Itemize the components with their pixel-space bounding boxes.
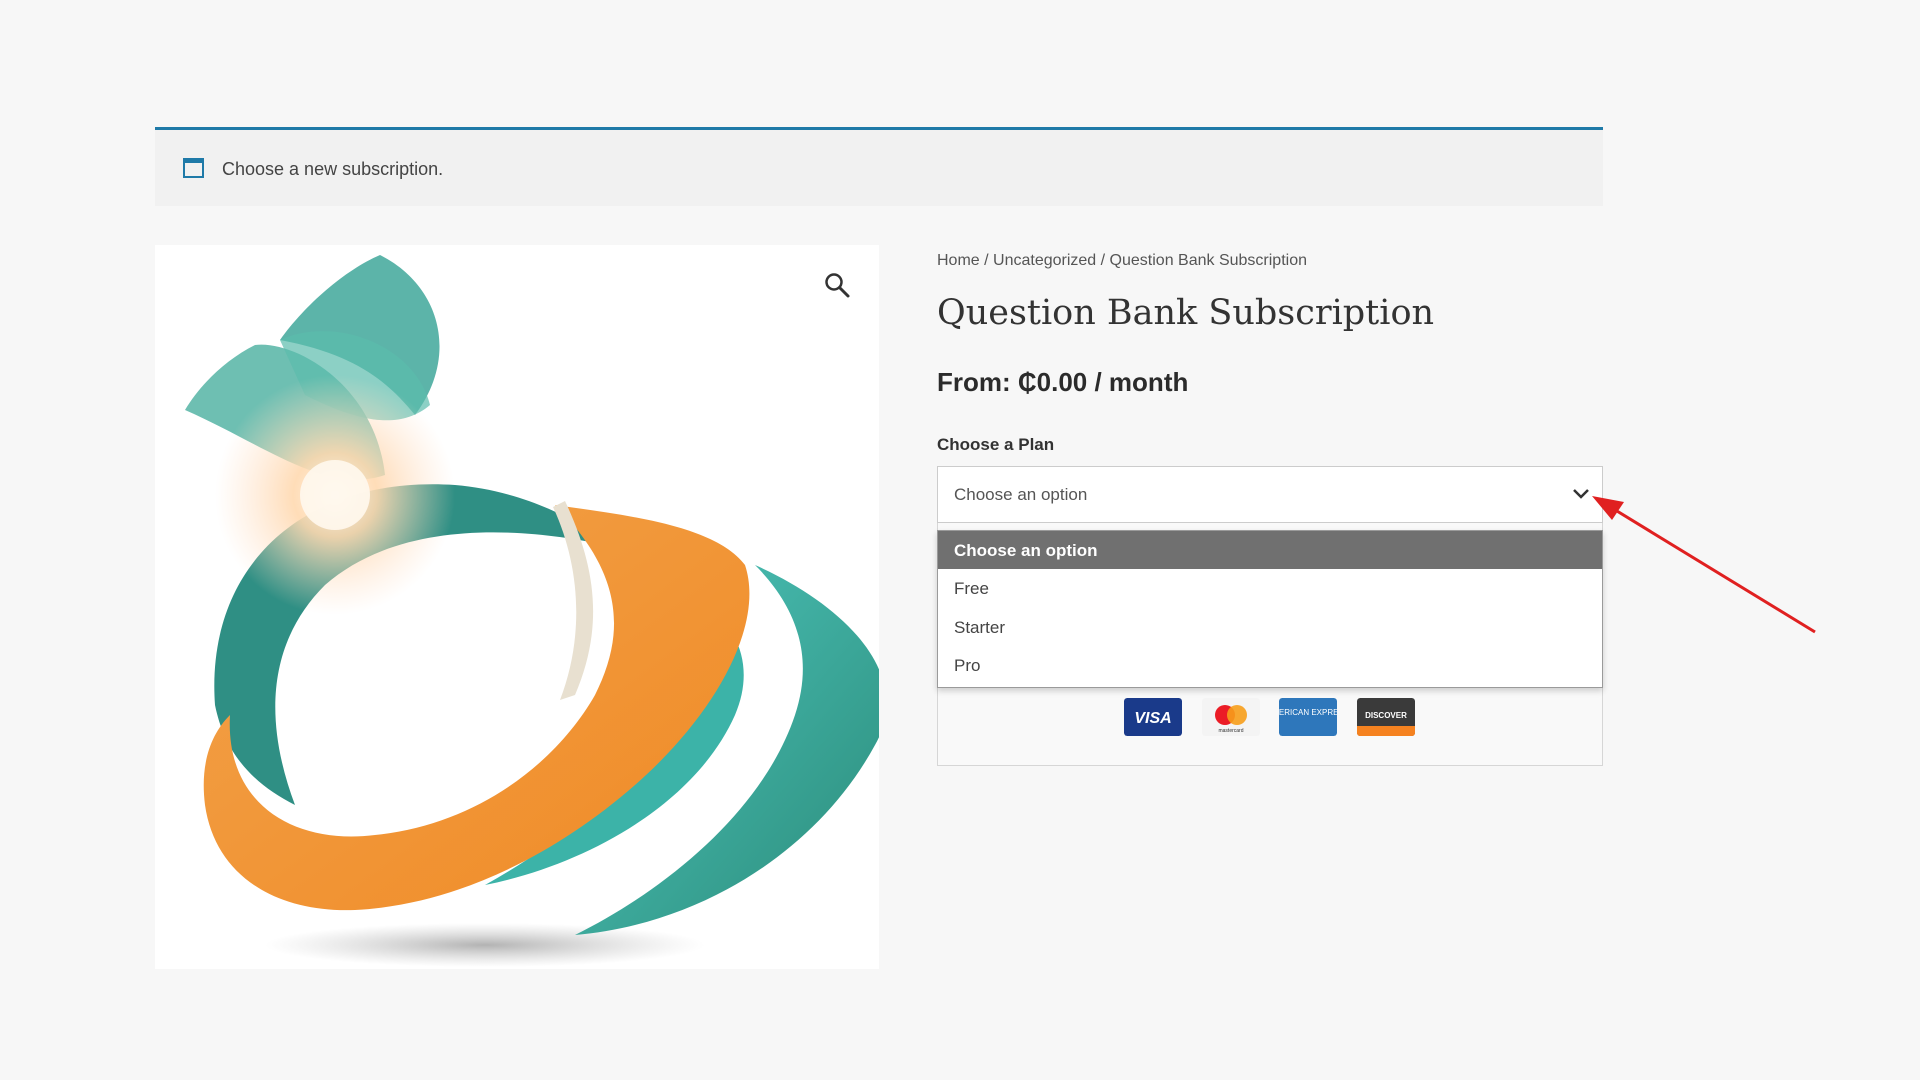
breadcrumb-separator: /: [979, 252, 994, 269]
product-title: Question Bank Subscription: [937, 293, 1435, 333]
discover-card-icon: DISCOVER: [1357, 698, 1415, 736]
mastercard-icon: mastercard: [1202, 698, 1260, 736]
breadcrumb-home[interactable]: Home: [937, 252, 980, 269]
breadcrumb-current: Question Bank Subscription: [1109, 252, 1307, 269]
amex-card-text: AMERICAN EXPRESS: [1279, 708, 1337, 717]
discover-card-text: DISCOVER: [1365, 711, 1407, 720]
notice-bar: Choose a new subscription.: [155, 127, 1603, 206]
plan-dropdown: Choose an option Free Starter Pro: [937, 530, 1603, 688]
product-price: From: ₵0.00 / month: [937, 367, 1189, 397]
product-gallery: [155, 245, 879, 969]
visa-card-text: VISA: [1134, 710, 1171, 727]
notice-message: Choose a new subscription.: [222, 159, 444, 179]
mastercard-text: mastercard: [1218, 728, 1243, 734]
plan-option-default[interactable]: Choose an option: [938, 531, 1602, 569]
plan-select[interactable]: Choose an option: [937, 466, 1603, 523]
plan-select-value: Choose an option: [954, 485, 1088, 504]
plan-option-starter[interactable]: Starter: [938, 608, 1602, 646]
visa-card-icon: VISA: [1124, 698, 1182, 736]
chevron-down-icon: [1573, 489, 1589, 499]
breadcrumb-separator: /: [1096, 252, 1110, 269]
company-logo: [185, 255, 879, 967]
plan-option-free[interactable]: Free: [938, 569, 1602, 607]
breadcrumb-category[interactable]: Uncategorized: [993, 252, 1096, 269]
breadcrumb: Home / Uncategorized / Question Bank Sub…: [937, 252, 1307, 270]
magnifier-icon[interactable]: [823, 271, 851, 299]
window-icon: [183, 158, 204, 178]
plan-option-pro[interactable]: Pro: [938, 646, 1602, 684]
plan-label: Choose a Plan: [937, 435, 1055, 454]
amex-card-icon: AMERICAN EXPRESS: [1279, 698, 1337, 736]
